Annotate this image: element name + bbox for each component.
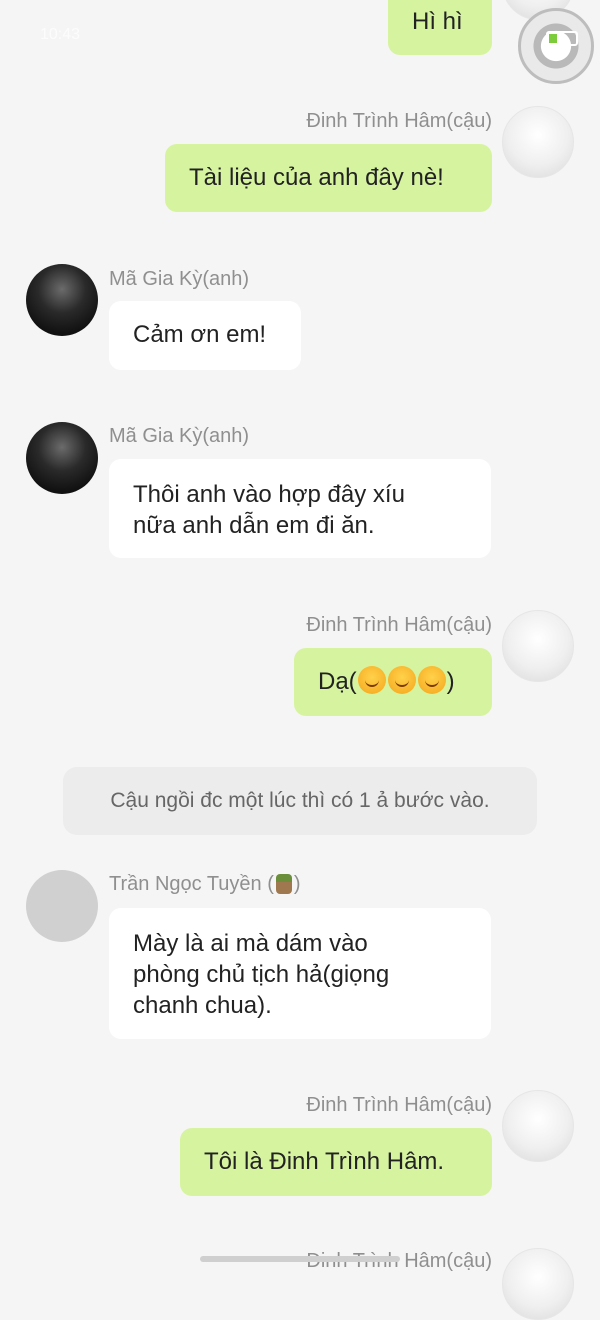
message-bubble-me[interactable]: Tài liệu của anh đây nè! [165,144,492,212]
message-line: phòng chủ tịch hả(giọng [133,961,390,988]
message-bubble-them[interactable]: Cảm ơn em! [109,301,301,370]
message-line: chanh chua). [133,992,272,1019]
message-line: nữa anh dẫn em đi ăn. [133,512,375,539]
avatar-ma-gia-ky[interactable] [26,264,98,336]
message-bubble-them[interactable]: Thôi anh vào hợp đây xíu nữa anh dẫn em … [109,459,491,558]
status-time: 10:43 [40,26,81,43]
sender-name: Mã Gia Kỳ(anh) [109,268,250,290]
message-text-suffix: ) [446,668,455,695]
avatar-dinh-trinh-ham[interactable] [502,1248,574,1320]
floating-assistive-button[interactable] [518,8,594,84]
message-bubble-me[interactable]: Hì hì [388,0,492,55]
avatar-dinh-trinh-ham[interactable] [502,1090,574,1162]
system-narration: Cậu ngồi đc một lúc thì có 1 ả bước vào. [63,767,537,835]
message-text-prefix: Dạ( [318,668,357,695]
emoji-smile-icon [387,666,416,694]
message-text: Hì hì [412,8,463,35]
message-text: Cảm ơn em! [133,321,267,348]
message-line: Thôi anh vào hợp đây xíu [133,481,405,508]
avatar-ma-gia-ky[interactable] [26,422,98,494]
message-text: Tài liệu của anh đây nè! [189,164,444,191]
sender-name-prefix: Trần Ngọc Tuyền ( [109,873,274,895]
home-indicator[interactable] [200,1256,400,1262]
cactus-emoji-icon [275,874,292,894]
sender-name: Mã Gia Kỳ(anh) [109,425,250,447]
message-bubble-them[interactable]: Mày là ai mà dám vào phòng chủ tịch hả(g… [109,908,491,1039]
avatar-dinh-trinh-ham[interactable] [502,106,574,178]
sender-name-suffix: ) [293,873,301,895]
sender-name: Đinh Trình Hâm(cậu) [306,110,492,132]
avatar-tran-ngoc-tuyen[interactable] [26,870,98,942]
message-text: Tôi là Đinh Trình Hâm. [204,1148,445,1175]
battery-icon [546,31,578,46]
emoji-smile-icon [417,666,446,694]
message-bubble-me[interactable]: Dạ() [294,648,492,716]
sender-name: Trần Ngọc Tuyền () [109,873,301,896]
message-bubble-me[interactable]: Tôi là Đinh Trình Hâm. [180,1128,492,1196]
message-line: Mày là ai mà dám vào [133,930,368,957]
avatar-dinh-trinh-ham[interactable] [502,610,574,682]
emoji-smile-icon [357,666,386,694]
sender-name: Đinh Trình Hâm(cậu) [306,614,492,636]
sender-name: Đinh Trình Hâm(cậu) [306,1094,492,1116]
